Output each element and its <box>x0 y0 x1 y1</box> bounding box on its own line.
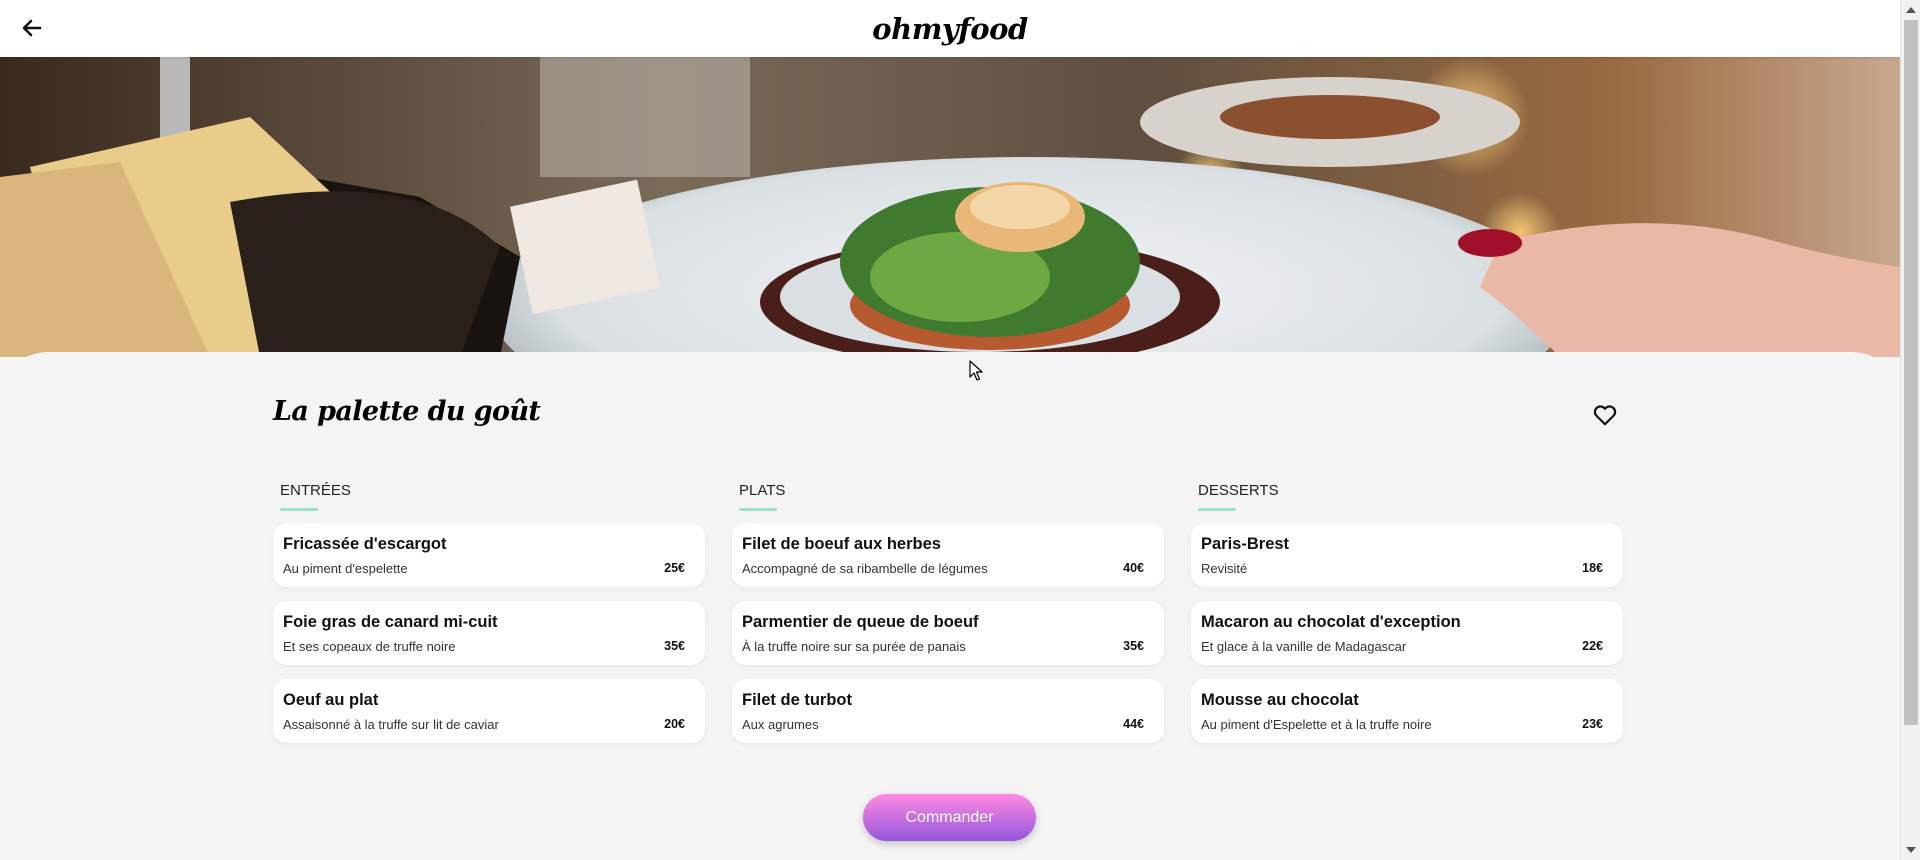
top-header: ohmyfood <box>0 0 1900 57</box>
menu-item[interactable]: Paris-Brest Revisité 18€ <box>1191 523 1623 587</box>
order-button[interactable]: Commander <box>863 794 1036 841</box>
heading-underline <box>739 508 777 511</box>
heading-underline <box>280 508 318 511</box>
dish-description: À la truffe noire sur sa purée de panais <box>742 639 966 654</box>
menu-column-plats: PLATS Filet de boeuf aux herbes Accompag… <box>732 482 1164 743</box>
dish-name: Parmentier de queue de boeuf <box>742 613 979 631</box>
dish-name: Paris-Brest <box>1201 535 1290 553</box>
menu-item[interactable]: Foie gras de canard mi-cuit Et ses copea… <box>273 601 705 665</box>
dish-description: Au piment d'Espelette et à la truffe noi… <box>1201 717 1432 732</box>
column-heading: PLATS <box>739 482 786 499</box>
dish-price: 44€ <box>1123 717 1144 731</box>
menu-item[interactable]: Oeuf au plat Assaisonné à la truffe sur … <box>273 679 705 743</box>
mouse-pointer-icon <box>969 360 983 381</box>
menu-column-entrees: ENTRÉES Fricassée d'escargot Au piment d… <box>273 482 705 743</box>
dish-description: Et glace à la vanille de Madagascar <box>1201 639 1407 654</box>
dish-name: Oeuf au plat <box>283 691 379 709</box>
hero-banner-image <box>0 57 1900 357</box>
dish-name: Filet de turbot <box>742 691 852 709</box>
vertical-scrollbar[interactable] <box>1900 0 1920 860</box>
menu-item[interactable]: Mousse au chocolat Au piment d'Espelette… <box>1191 679 1623 743</box>
dish-price: 35€ <box>664 639 685 653</box>
dish-price: 20€ <box>664 717 685 731</box>
dish-description: Et ses copeaux de truffe noire <box>283 639 456 654</box>
menu-panel: La palette du goût ENTRÉES Fricassée d'e… <box>0 352 1900 860</box>
arrow-left-icon[interactable] <box>20 16 44 40</box>
menu-item[interactable]: Macaron au chocolat d'exception Et glace… <box>1191 601 1623 665</box>
menu-column-desserts: DESSERTS Paris-Brest Revisité 18€ Macaro… <box>1191 482 1623 743</box>
dish-name: Mousse au chocolat <box>1201 691 1359 709</box>
dish-description: Accompagné de sa ribambelle de légumes <box>742 561 988 576</box>
dish-price: 25€ <box>664 561 685 575</box>
dish-price: 40€ <box>1123 561 1144 575</box>
dish-description: Revisité <box>1201 561 1248 576</box>
dish-name: Macaron au chocolat d'exception <box>1201 613 1461 631</box>
dish-description: Au piment d'espelette <box>283 561 408 576</box>
dish-name: Filet de boeuf aux herbes <box>742 535 941 553</box>
column-heading: ENTRÉES <box>280 482 351 499</box>
heading-underline <box>1198 508 1236 511</box>
dish-price: 23€ <box>1582 717 1603 731</box>
menu-item[interactable]: Parmentier de queue de boeuf À la truffe… <box>732 601 1164 665</box>
scroll-down-arrow-icon[interactable] <box>1906 847 1916 853</box>
menu-item[interactable]: Filet de boeuf aux herbes Accompagné de … <box>732 523 1164 587</box>
heart-outline-icon[interactable] <box>1592 402 1618 428</box>
menu-item[interactable]: Fricassée d'escargot Au piment d'espelet… <box>273 523 705 587</box>
dish-price: 18€ <box>1582 561 1603 575</box>
dish-name: Fricassée d'escargot <box>283 535 447 553</box>
dish-price: 22€ <box>1582 639 1603 653</box>
menu-item[interactable]: Filet de turbot Aux agrumes 44€ <box>732 679 1164 743</box>
scrollbar-thumb[interactable] <box>1904 20 1918 725</box>
dish-name: Foie gras de canard mi-cuit <box>283 613 498 631</box>
column-heading: DESSERTS <box>1198 482 1279 499</box>
site-logo[interactable]: ohmyfood <box>872 12 1028 46</box>
dish-price: 35€ <box>1123 639 1144 653</box>
restaurant-title: La palette du goût <box>273 396 541 427</box>
dish-description: Assaisonné à la truffe sur lit de caviar <box>283 717 499 732</box>
scroll-up-arrow-icon[interactable] <box>1906 7 1916 13</box>
dish-description: Aux agrumes <box>742 717 819 732</box>
